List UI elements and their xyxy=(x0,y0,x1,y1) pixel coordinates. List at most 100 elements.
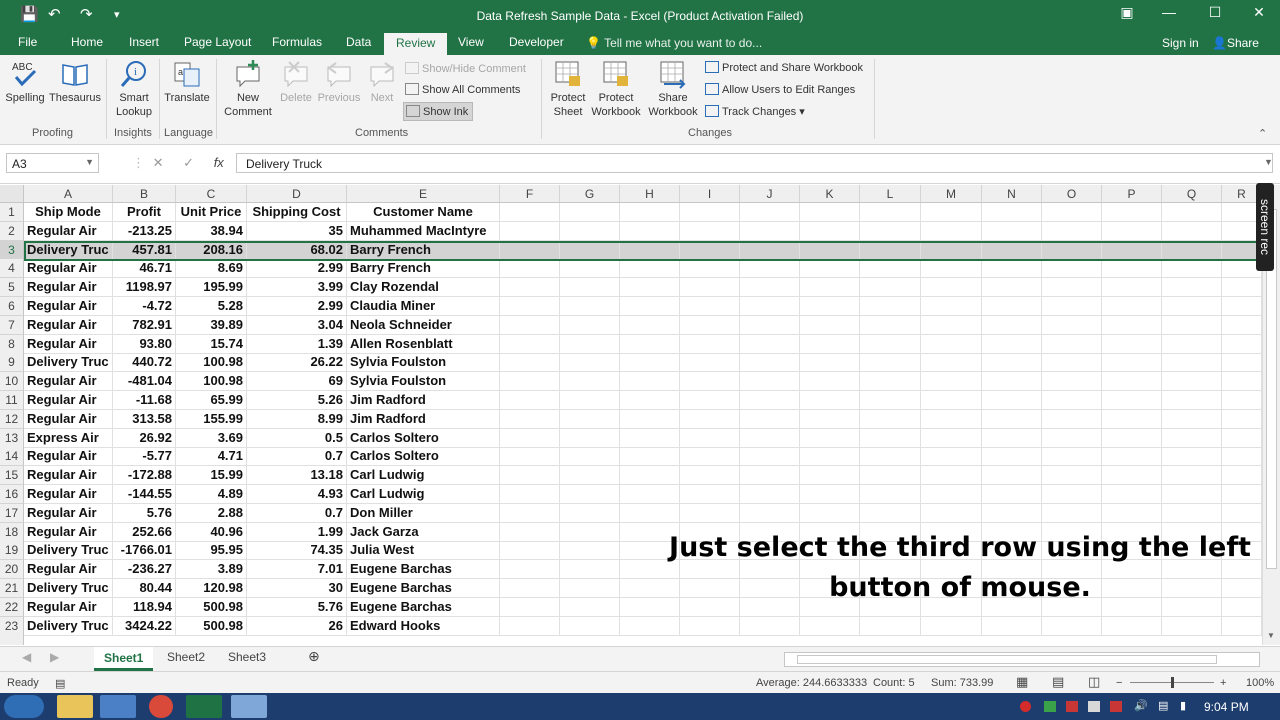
volume-icon[interactable]: 🔊 xyxy=(1134,699,1148,712)
row-header[interactable]: 16 xyxy=(0,485,24,504)
row-header[interactable]: 3 xyxy=(0,240,24,260)
table-cell[interactable] xyxy=(860,503,921,523)
table-cell[interactable]: -236.27 xyxy=(113,560,176,580)
insert-function-icon[interactable]: fx xyxy=(214,155,224,170)
table-cell[interactable] xyxy=(800,428,860,448)
table-cell[interactable] xyxy=(500,409,560,429)
table-cell[interactable] xyxy=(921,391,982,410)
row-header[interactable]: 17 xyxy=(0,503,24,523)
table-cell[interactable] xyxy=(982,466,1042,486)
row-header[interactable]: 19 xyxy=(0,541,24,561)
macro-record-icon[interactable]: ▤ xyxy=(55,677,65,690)
table-cell[interactable] xyxy=(1042,428,1102,448)
table-cell[interactable]: Sylvia Foulston xyxy=(347,372,500,392)
table-cell[interactable] xyxy=(921,334,982,354)
table-cell[interactable]: -172.88 xyxy=(113,466,176,486)
table-cell[interactable]: Julia West xyxy=(347,541,500,561)
table-cell[interactable]: -144.55 xyxy=(113,485,176,504)
table-cell[interactable] xyxy=(982,259,1042,279)
table-cell[interactable] xyxy=(921,466,982,486)
table-cell[interactable] xyxy=(1222,616,1262,636)
table-cell[interactable]: 195.99 xyxy=(176,278,247,298)
table-cell[interactable] xyxy=(500,278,560,298)
table-cell[interactable] xyxy=(680,616,740,636)
row-header[interactable]: 5 xyxy=(0,278,24,298)
table-cell[interactable] xyxy=(1102,447,1162,467)
table-cell[interactable] xyxy=(800,278,860,298)
screen-rec-badge[interactable]: screen rec xyxy=(1256,183,1274,271)
header-cell[interactable] xyxy=(560,203,620,222)
table-cell[interactable] xyxy=(560,522,620,542)
table-cell[interactable] xyxy=(500,372,560,392)
header-cell[interactable]: Profit xyxy=(113,203,176,222)
table-cell[interactable] xyxy=(800,297,860,316)
table-cell[interactable]: Eugene Barchas xyxy=(347,560,500,580)
table-cell[interactable] xyxy=(982,353,1042,373)
new-comment-button[interactable]: New Comment xyxy=(222,59,274,119)
table-cell[interactable]: 457.81 xyxy=(113,240,176,260)
table-cell[interactable] xyxy=(982,485,1042,504)
table-cell[interactable] xyxy=(740,297,800,316)
maximize-button[interactable]: ☐ xyxy=(1200,4,1230,26)
sheet-tab-sheet3[interactable]: Sheet3 xyxy=(228,650,266,664)
table-cell[interactable]: Neola Schneider xyxy=(347,315,500,335)
table-cell[interactable] xyxy=(860,240,921,260)
table-cell[interactable] xyxy=(560,240,620,260)
tab-page-layout[interactable]: Page Layout xyxy=(184,35,251,49)
table-cell[interactable] xyxy=(740,353,800,373)
table-cell[interactable] xyxy=(680,278,740,298)
header-cell[interactable]: Ship Mode xyxy=(24,203,113,222)
column-header-a[interactable]: A xyxy=(24,185,113,203)
table-cell[interactable]: 80.44 xyxy=(113,579,176,598)
table-cell[interactable] xyxy=(982,391,1042,410)
table-cell[interactable] xyxy=(800,259,860,279)
table-cell[interactable]: 3.99 xyxy=(247,278,347,298)
table-cell[interactable] xyxy=(500,560,560,580)
zoom-out-icon[interactable]: − xyxy=(1116,677,1122,689)
name-box[interactable]: A3 ▼ xyxy=(6,153,99,173)
table-cell[interactable] xyxy=(560,428,620,448)
table-cell[interactable]: 26 xyxy=(247,616,347,636)
table-cell[interactable] xyxy=(740,616,800,636)
table-cell[interactable] xyxy=(740,466,800,486)
table-cell[interactable] xyxy=(1102,259,1162,279)
row-header[interactable]: 15 xyxy=(0,466,24,486)
table-cell[interactable] xyxy=(1102,391,1162,410)
table-cell[interactable] xyxy=(921,315,982,335)
table-cell[interactable] xyxy=(500,503,560,523)
table-cell[interactable]: 0.7 xyxy=(247,503,347,523)
table-cell[interactable] xyxy=(620,428,680,448)
table-cell[interactable]: 0.5 xyxy=(247,428,347,448)
table-cell[interactable] xyxy=(560,409,620,429)
start-button-icon[interactable] xyxy=(4,695,44,718)
delete-comment-button[interactable]: Delete xyxy=(278,59,314,105)
table-cell[interactable] xyxy=(921,616,982,636)
table-cell[interactable]: 95.95 xyxy=(176,541,247,561)
zoom-in-icon[interactable]: + xyxy=(1220,677,1226,689)
power-icon[interactable]: ▮ xyxy=(1180,699,1186,712)
table-cell[interactable] xyxy=(1102,503,1162,523)
table-cell[interactable] xyxy=(680,503,740,523)
table-cell[interactable]: Regular Air xyxy=(24,221,113,241)
share-button[interactable]: 👤Share xyxy=(1212,36,1259,50)
table-cell[interactable] xyxy=(921,259,982,279)
header-cell[interactable] xyxy=(921,203,982,222)
table-cell[interactable] xyxy=(680,297,740,316)
table-cell[interactable] xyxy=(800,503,860,523)
table-cell[interactable]: Eugene Barchas xyxy=(347,579,500,598)
tab-view[interactable]: View xyxy=(458,35,484,49)
row-header[interactable]: 2 xyxy=(0,221,24,241)
table-cell[interactable]: 4.93 xyxy=(247,485,347,504)
header-cell[interactable] xyxy=(680,203,740,222)
table-cell[interactable] xyxy=(800,353,860,373)
table-cell[interactable] xyxy=(1102,278,1162,298)
row-header[interactable]: 9 xyxy=(0,353,24,373)
row-header[interactable]: 10 xyxy=(0,372,24,392)
table-cell[interactable]: Delivery Truc xyxy=(24,240,113,260)
header-cell[interactable] xyxy=(982,203,1042,222)
table-cell[interactable]: Eugene Barchas xyxy=(347,597,500,617)
share-workbook-button[interactable]: Share Workbook xyxy=(646,59,700,119)
table-cell[interactable]: 2.99 xyxy=(247,297,347,316)
table-cell[interactable] xyxy=(921,409,982,429)
table-cell[interactable] xyxy=(680,428,740,448)
